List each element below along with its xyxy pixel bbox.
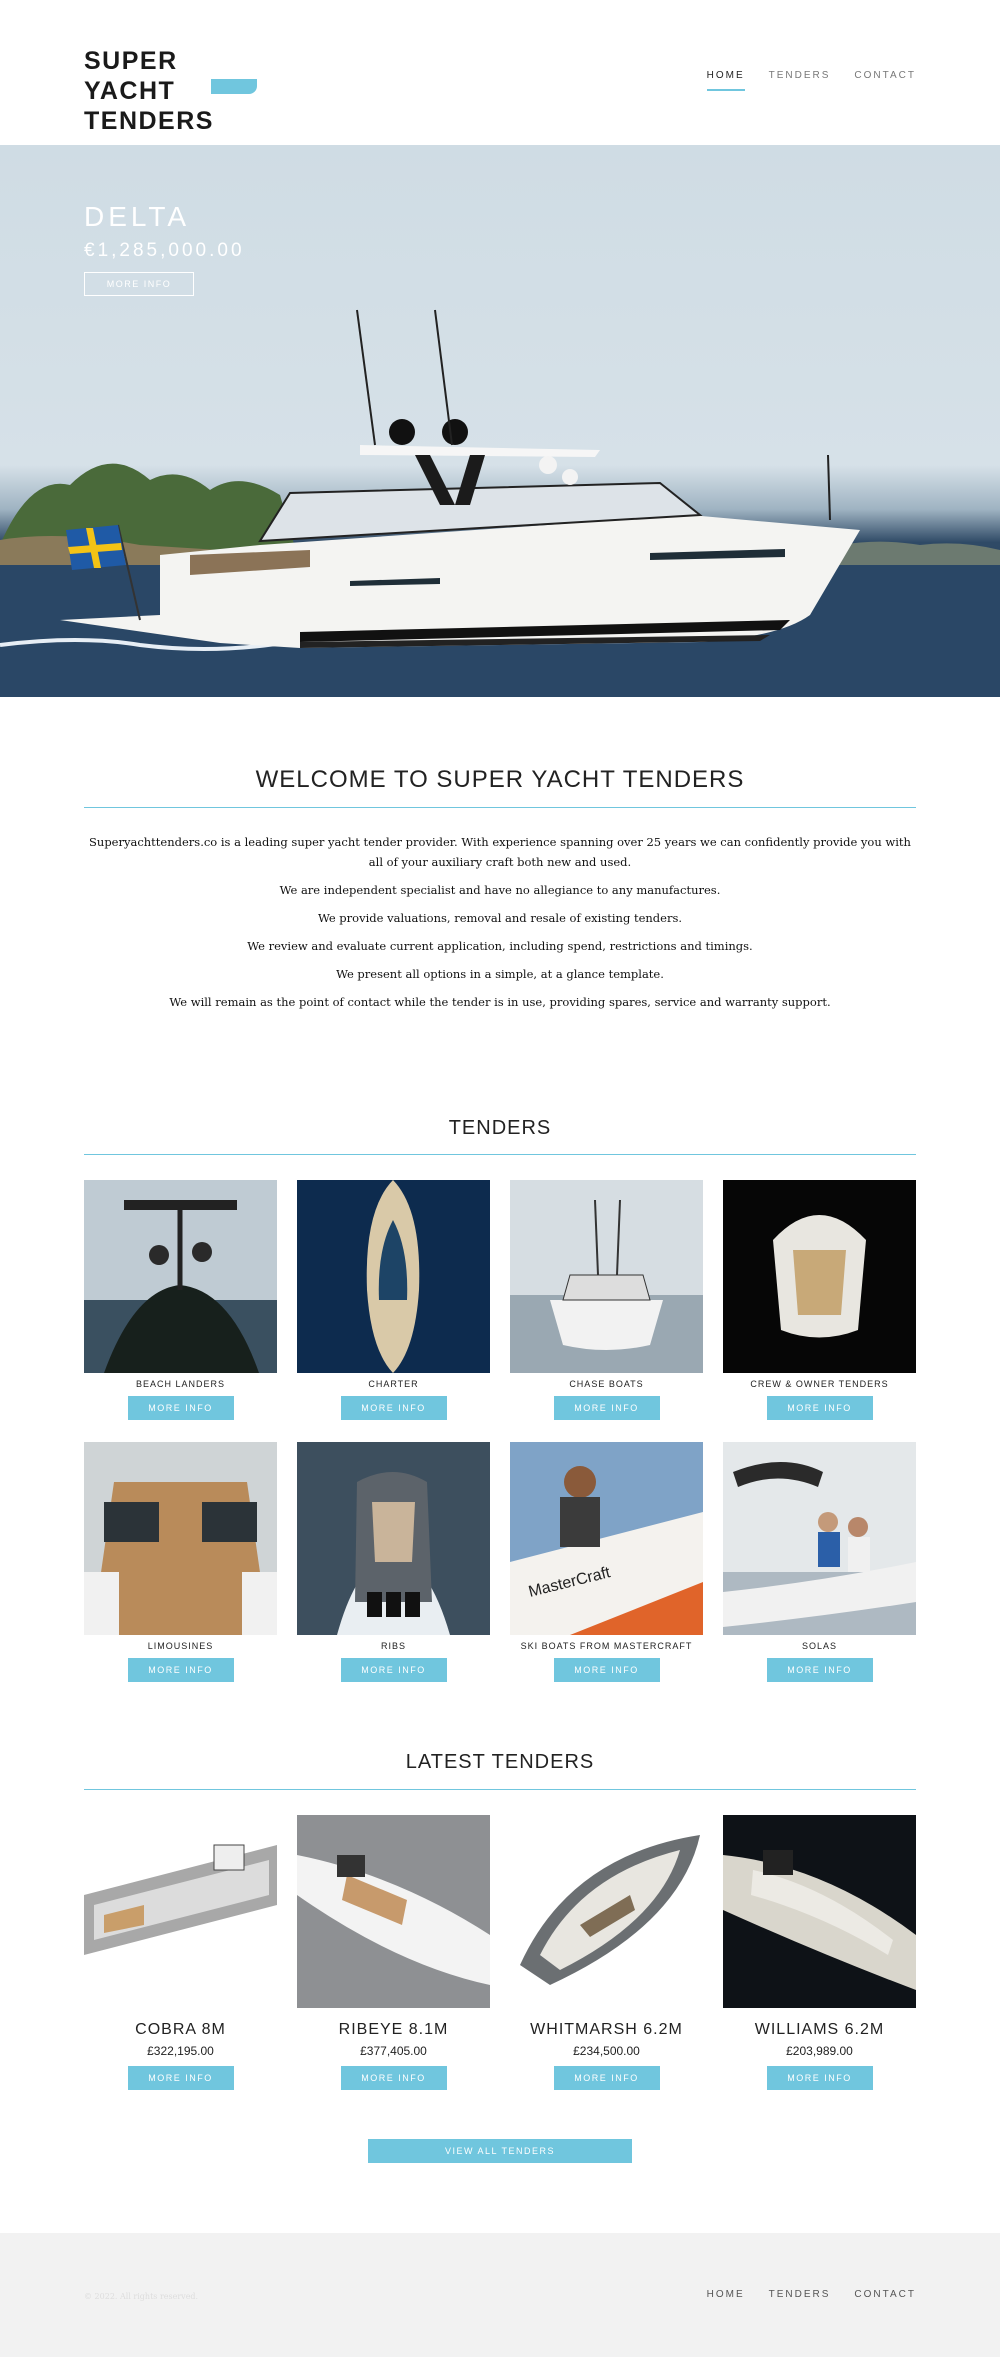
footer-nav: HOME TENDERS CONTACT: [707, 2289, 916, 2300]
tender-name: RIBEYE 8.1M: [338, 2021, 449, 2038]
tender-category-label: CREW & OWNER TENDERS: [750, 1379, 889, 1389]
tender-category-card: CHASE BOATS MORE INFO: [510, 1180, 703, 1420]
hero-banner: DELTA €1,285,000.00 MORE INFO: [0, 145, 1000, 697]
view-all-tenders-button[interactable]: VIEW ALL TENDERS: [368, 2139, 632, 2163]
more-info-button[interactable]: MORE INFO: [766, 2066, 873, 2090]
hero-more-info-button[interactable]: MORE INFO: [84, 272, 194, 296]
nav-tenders[interactable]: TENDERS: [769, 70, 831, 91]
tender-category-label: CHARTER: [368, 1379, 419, 1389]
tender-category-label: SKI BOATS FROM MASTERCRAFT: [520, 1641, 693, 1651]
nav-contact[interactable]: CONTACT: [854, 70, 916, 91]
welcome-paragraph: We will remain as the point of contact w…: [169, 995, 831, 1009]
limousines-image[interactable]: [84, 1442, 277, 1635]
welcome-title: WELCOME TO SUPER YACHT TENDERS: [255, 766, 745, 793]
more-info-button[interactable]: MORE INFO: [766, 1396, 873, 1420]
more-info-button[interactable]: MORE INFO: [553, 1396, 660, 1420]
more-info-button[interactable]: MORE INFO: [340, 1658, 447, 1682]
tender-category-label: SOLAS: [801, 1641, 837, 1651]
ski-boats-image[interactable]: MasterCraft: [510, 1442, 703, 1635]
welcome-paragraph: We present all options in a simple, at a…: [336, 967, 664, 981]
tenders-title: TENDERS: [448, 1117, 552, 1139]
hero-title: DELTA: [84, 201, 191, 232]
welcome-divider: [84, 807, 916, 808]
tender-category-card: MasterCraft SKI BOATS FROM MASTERCRAFT M…: [510, 1442, 703, 1682]
footer-nav-tenders[interactable]: TENDERS: [769, 2289, 831, 2300]
tender-category-label: RIBS: [380, 1641, 406, 1651]
latest-tender-card: RIBEYE 8.1M £377,405.00 MORE INFO: [297, 1815, 490, 2090]
solas-image[interactable]: [723, 1442, 916, 1635]
more-info-button[interactable]: MORE INFO: [127, 1658, 234, 1682]
charter-image[interactable]: [297, 1180, 490, 1373]
latest-tenders-divider: [84, 1789, 916, 1790]
welcome-paragraph: We review and evaluate current applicati…: [247, 939, 753, 953]
more-info-button[interactable]: MORE INFO: [340, 2066, 447, 2090]
tender-price: £322,195.00: [147, 2044, 214, 2058]
more-info-button[interactable]: MORE INFO: [553, 1658, 660, 1682]
nav-home[interactable]: HOME: [706, 70, 745, 91]
more-info-button[interactable]: MORE INFO: [766, 1658, 873, 1682]
williams-6-2m-image[interactable]: [723, 1815, 916, 2008]
latest-tender-card: WHITMARSH 6.2M £234,500.00 MORE INFO: [510, 1815, 703, 2090]
more-info-button[interactable]: MORE INFO: [127, 1396, 234, 1420]
latest-tender-card: COBRA 8M £322,195.00 MORE INFO: [84, 1815, 277, 2090]
more-info-button[interactable]: MORE INFO: [553, 2066, 660, 2090]
tender-category-card: SOLAS MORE INFO: [723, 1442, 916, 1682]
copyright-text: © 2022. All rights reserved.: [84, 2292, 199, 2301]
cobra-8m-image[interactable]: [84, 1815, 277, 2008]
site-header: SUPER YACHT TENDERS HOME TENDERS CONTACT: [0, 0, 1000, 145]
welcome-text: Superyachttenders.co is a leading super …: [84, 832, 916, 1020]
chase-boats-image[interactable]: [510, 1180, 703, 1373]
tender-category-card: CHARTER MORE INFO: [297, 1180, 490, 1420]
tender-category-card: RIBS MORE INFO: [297, 1442, 490, 1682]
tender-category-card: BEACH LANDERS MORE INFO: [84, 1180, 277, 1420]
tenders-divider: [84, 1154, 916, 1155]
footer-nav-contact[interactable]: CONTACT: [854, 2289, 916, 2300]
tender-price: £234,500.00: [573, 2044, 640, 2058]
crew-owner-tenders-image[interactable]: [723, 1180, 916, 1373]
ribs-image[interactable]: [297, 1442, 490, 1635]
tender-price: £377,405.00: [360, 2044, 427, 2058]
whitmarsh-6-2m-image[interactable]: [510, 1815, 703, 2008]
logo-line-2: TENDERS: [84, 107, 214, 135]
footer-nav-home[interactable]: HOME: [707, 2289, 745, 2300]
main-nav: HOME TENDERS CONTACT: [706, 70, 916, 91]
logo-line-1: SUPER YACHT: [84, 47, 178, 105]
tender-category-label: BEACH LANDERS: [135, 1379, 226, 1389]
more-info-button[interactable]: MORE INFO: [127, 2066, 234, 2090]
tender-category-card: CREW & OWNER TENDERS MORE INFO: [723, 1180, 916, 1420]
tender-category-label: LIMOUSINES: [147, 1641, 214, 1651]
more-info-button[interactable]: MORE INFO: [340, 1396, 447, 1420]
latest-tenders-title: LATEST TENDERS: [405, 1751, 595, 1773]
welcome-paragraph: We are independent specialist and have n…: [279, 883, 721, 897]
tender-name: WHITMARSH 6.2M: [530, 2021, 683, 2038]
site-footer: © 2022. All rights reserved. HOME TENDER…: [0, 2233, 1000, 2357]
welcome-paragraph: Superyachttenders.co is a leading super …: [89, 835, 911, 869]
tender-category-card: LIMOUSINES MORE INFO: [84, 1442, 277, 1682]
welcome-paragraph: We provide valuations, removal and resal…: [317, 911, 683, 925]
beach-landers-image[interactable]: [84, 1180, 277, 1373]
site-logo[interactable]: SUPER YACHT TENDERS: [84, 46, 264, 136]
logo-accent-bar: [211, 79, 257, 94]
tender-name: COBRA 8M: [135, 2021, 226, 2038]
latest-tender-card: WILLIAMS 6.2M £203,989.00 MORE INFO: [723, 1815, 916, 2090]
ribeye-8-1m-image[interactable]: [297, 1815, 490, 2008]
tender-name: WILLIAMS 6.2M: [754, 2021, 885, 2038]
tender-price: £203,989.00: [786, 2044, 853, 2058]
hero-price: €1,285,000.00: [84, 240, 245, 261]
tender-category-label: CHASE BOATS: [569, 1379, 644, 1389]
